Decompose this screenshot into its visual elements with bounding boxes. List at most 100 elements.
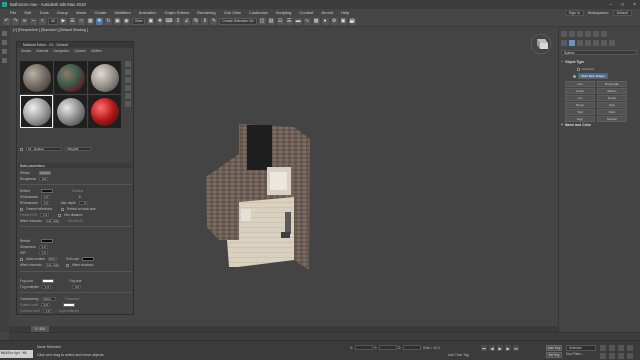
- named-selection-dropdown[interactable]: Create Selection Se: [219, 17, 257, 25]
- layer-explorer-icon[interactable]: ☰: [285, 17, 293, 25]
- add-time-tag[interactable]: Add Time Tag: [448, 353, 469, 357]
- select-and-scale-icon[interactable]: ▣: [113, 17, 121, 25]
- abbe-checkbox[interactable]: [20, 257, 23, 261]
- sample-slot[interactable]: [88, 95, 121, 128]
- line-button[interactable]: Line: [565, 81, 595, 87]
- unlink-icon[interactable]: ∽: [30, 17, 37, 25]
- motion-tab-icon[interactable]: [585, 31, 591, 37]
- pivot-center-icon[interactable]: ▣: [147, 17, 155, 25]
- sidebar-tool-icon[interactable]: [2, 58, 7, 63]
- select-object-icon[interactable]: ▶: [59, 17, 67, 25]
- ior-spinner[interactable]: 1.6: [38, 251, 48, 255]
- zoom-extents-all-icon[interactable]: [627, 345, 633, 351]
- select-by-name-icon[interactable]: ☰: [68, 17, 76, 25]
- backlight-icon[interactable]: [125, 69, 131, 75]
- scatter-spinner[interactable]: 0.0: [40, 303, 50, 307]
- translucency-color-swatch[interactable]: [62, 303, 75, 307]
- sample-slot[interactable]: [54, 61, 87, 94]
- edit-named-selection-icon[interactable]: ✎: [210, 17, 218, 25]
- max-depth-spinner[interactable]: 5: [78, 201, 88, 205]
- place-icon[interactable]: ◉: [122, 17, 130, 25]
- material-name-field[interactable]: 01 - Default: [26, 147, 62, 151]
- sample-slot[interactable]: [20, 61, 53, 94]
- render-setup-icon[interactable]: ⚙: [330, 17, 338, 25]
- menu-help[interactable]: Help: [337, 10, 353, 15]
- hierarchy-tab-icon[interactable]: [577, 31, 583, 37]
- percent-snap-icon[interactable]: %: [192, 17, 200, 25]
- previous-frame-icon[interactable]: ◀: [489, 345, 495, 351]
- me-menu-modes[interactable]: Modes: [21, 49, 31, 53]
- sample-slot[interactable]: [88, 61, 121, 94]
- star-button[interactable]: Star: [597, 102, 627, 108]
- material-type-button[interactable]: VRayMtl: [65, 147, 91, 151]
- menu-arnold[interactable]: Arnold: [317, 10, 337, 15]
- menu-customize[interactable]: Customize: [245, 10, 272, 15]
- zoom-icon[interactable]: [600, 345, 606, 351]
- maximize-viewport-icon[interactable]: [627, 353, 633, 359]
- fog-color-swatch[interactable]: [42, 279, 55, 283]
- field-of-view-icon[interactable]: [600, 353, 606, 359]
- modify-tab-icon[interactable]: [569, 31, 575, 37]
- link-icon[interactable]: ∞: [21, 17, 28, 25]
- reference-coordinate-dropdown[interactable]: View: [131, 17, 146, 25]
- rendered-frame-window-icon[interactable]: ▣: [339, 17, 347, 25]
- z-field[interactable]: [403, 345, 422, 350]
- curve-editor-icon[interactable]: ∿: [303, 17, 311, 25]
- mirror-icon[interactable]: ◫: [258, 17, 266, 25]
- video-color-check-icon[interactable]: [125, 93, 131, 99]
- reflect-back-checkbox[interactable]: [61, 207, 65, 211]
- pick-material-icon[interactable]: [20, 147, 23, 151]
- rglossiness-spinner[interactable]: 1.0: [40, 201, 50, 205]
- goto-end-icon[interactable]: ⏭: [513, 345, 519, 351]
- x-field[interactable]: [355, 345, 374, 350]
- view-cube[interactable]: [528, 30, 554, 56]
- auto-key-button[interactable]: Auto Key: [546, 345, 562, 351]
- display-tab-icon[interactable]: [593, 31, 599, 37]
- options-icon[interactable]: [125, 101, 131, 107]
- menu-group[interactable]: Group: [53, 10, 72, 15]
- menu-create[interactable]: Create: [90, 10, 110, 15]
- workspace-select[interactable]: Default: [612, 9, 632, 16]
- donut-button[interactable]: Donut: [597, 95, 627, 101]
- set-key-button[interactable]: Set Key: [546, 352, 562, 358]
- track-bar[interactable]: [9, 332, 640, 340]
- sample-type-icon[interactable]: [125, 61, 131, 67]
- name-and-color-rollout[interactable]: + Name and Color: [561, 122, 637, 127]
- rectangle-button[interactable]: Rectangle: [597, 81, 627, 87]
- autogrid-checkbox[interactable]: [577, 67, 580, 71]
- key-mode-dropdown[interactable]: Selected: [566, 345, 596, 351]
- text-button[interactable]: Text: [565, 109, 595, 115]
- fresnel-checkbox[interactable]: [20, 207, 23, 211]
- sample-slot[interactable]: [54, 95, 87, 128]
- me-menu-material[interactable]: Material: [36, 49, 48, 53]
- shape-category-dropdown[interactable]: Splines: [561, 50, 637, 55]
- affect-shadows-checkbox[interactable]: [65, 263, 69, 267]
- play-icon[interactable]: ▶: [497, 345, 503, 351]
- close-icon[interactable]: ×: [633, 2, 636, 8]
- window-crossing-icon[interactable]: ▦: [86, 17, 94, 25]
- ngon-button[interactable]: NGon: [565, 102, 595, 108]
- arc-button[interactable]: Arc: [565, 95, 595, 101]
- start-new-shape-checkbox[interactable]: [573, 74, 576, 78]
- selection-region-icon[interactable]: □: [77, 17, 85, 25]
- material-editor-icon[interactable]: ●: [321, 17, 329, 25]
- translucency-dropdown[interactable]: None: [41, 297, 56, 301]
- space-warps-icon[interactable]: [601, 40, 607, 46]
- menu-scripting[interactable]: Scripting: [272, 10, 296, 15]
- next-frame-icon[interactable]: ▶: [505, 345, 511, 351]
- lights-icon[interactable]: [577, 40, 583, 46]
- background-icon[interactable]: [125, 77, 131, 83]
- roughness-spinner[interactable]: 0.0: [39, 177, 49, 181]
- hglossiness-spinner[interactable]: 1.0: [40, 195, 50, 199]
- keyboard-shortcut-icon[interactable]: ⌨: [165, 17, 173, 25]
- diffuse-swatch[interactable]: [38, 171, 51, 175]
- spinner-snap-icon[interactable]: ⇕: [201, 17, 209, 25]
- ellipse-button[interactable]: Ellipse: [597, 88, 627, 94]
- basic-parameters-rollout[interactable]: Basic parameters: [18, 163, 132, 168]
- bind-space-warp-icon[interactable]: ≈: [39, 17, 46, 25]
- redo-icon[interactable]: ↷: [12, 17, 19, 25]
- key-filters-button[interactable]: Key Filters...: [566, 352, 584, 356]
- menu-graph-editors[interactable]: Graph Editors: [160, 10, 193, 15]
- exit-color-swatch[interactable]: [82, 257, 95, 261]
- circle-button[interactable]: Circle: [565, 88, 595, 94]
